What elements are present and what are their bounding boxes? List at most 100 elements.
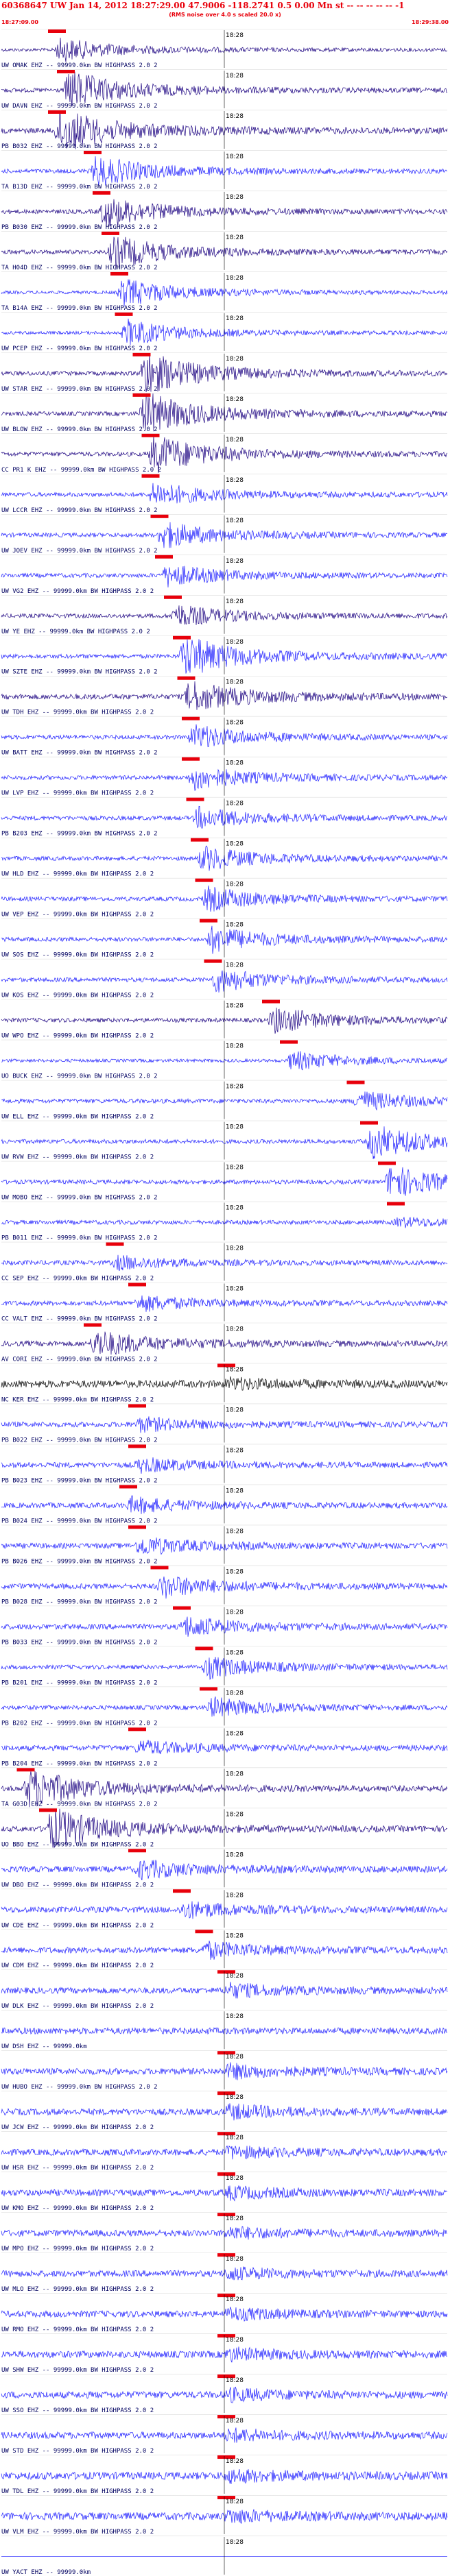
trace-label: UW VG2 EHZ -- 99999.0km BW HIGHPASS 2.0 … — [1, 588, 154, 595]
time-tick-label: 18:28 — [226, 2175, 244, 2182]
time-tick-label: 18:28 — [226, 2054, 244, 2061]
trace-row: 18:28 UW CDE EHZ -- 99999.0km BW HIGHPASS… — [1, 1888, 448, 1929]
trace-label: UW SZTE EHZ -- 99999.0km BW HIGHPASS 2.0… — [1, 669, 158, 676]
trace-row: 18:28 UW KOS EHZ -- 99999.0km BW HIGHPASS… — [1, 958, 448, 999]
trace-label: UW YE EHZ -- 99999.0km BW HIGHPASS 2.0 2 — [1, 629, 150, 635]
p-pick-marker — [195, 1647, 213, 1651]
p-pick-marker — [141, 474, 160, 478]
trace-row: 18:28 TA B14A EHZ -- 99999.0km BW HIGHPAS… — [1, 271, 448, 312]
trace-label: UW DBO EHZ -- 99999.0km BW HIGHPASS 2.0 … — [1, 1882, 154, 1888]
time-tick-label: 18:28 — [226, 234, 244, 241]
event-title: 60368647 UW Jan 14, 2012 18:27:29.00 47.… — [1, 1, 405, 10]
trace-label: TA G03D EHZ -- 99999.0km BW HIGHPASS 2.0… — [1, 1801, 158, 1808]
time-tick-label: 18:28 — [226, 1003, 244, 1010]
trace-row: 18:28 PB B011 EHZ -- 99999.0km BW HIGHPAS… — [1, 1201, 448, 1242]
trace-row: 18:28 UW DBO EHZ -- 99999.0km BW HIGHPASS… — [1, 1848, 448, 1888]
trace-row: 18:28 UW MLO EHZ -- 99999.0km BW HIGHPASS… — [1, 2252, 448, 2293]
p-pick-marker — [102, 231, 119, 235]
time-tick-label: 18:28 — [226, 1528, 244, 1535]
trace-label: UW CDE EHZ -- 99999.0km BW HIGHPASS 2.0 … — [1, 1922, 154, 1929]
trace-row: 18:28 PB B201 EHZ -- 99999.0km BW HIGHPAS… — [1, 1646, 448, 1686]
trace-label: TA B13D EHZ -- 99999.0km BW HIGHPASS 2.0… — [1, 184, 158, 191]
trace-row: 18:28 PB B204 EHZ -- 99999.0km BW HIGHPAS… — [1, 1727, 448, 1767]
time-tick-label: 18:28 — [226, 1447, 244, 1454]
time-tick-label: 18:28 — [226, 2499, 244, 2505]
p-pick-marker — [84, 1323, 102, 1327]
trace-label: UW HUBO EHZ -- 99999.0km BW HIGHPASS 2.0… — [1, 2084, 158, 2091]
trace-row: 18:28 UW STD EHZ -- 99999.0km BW HIGHPASS… — [1, 2414, 448, 2455]
trace-row: 18:28 PB B033 EHZ -- 99999.0km BW HIGHPAS… — [1, 1605, 448, 1646]
time-tick-label: 18:28 — [226, 1811, 244, 1818]
trace-label: CC SEP EHZ -- 99999.0km BW HIGHPASS 2.0 … — [1, 1276, 154, 1283]
trace-label: PB B011 EHZ -- 99999.0km BW HIGHPASS 2.0… — [1, 1235, 158, 1242]
time-tick-label: 18:28 — [226, 1043, 244, 1050]
p-pick-marker — [128, 1444, 146, 1448]
time-tick-label: 18:28 — [226, 32, 244, 39]
trace-row: 18:28 CC PR1 K EHZ -- 99999.0km BW HIGHPA… — [1, 433, 448, 474]
trace-label: PB B032 EHZ -- 99999.0km BW HIGHPASS 2.0… — [1, 143, 158, 150]
time-tick-label: 18:28 — [226, 1286, 244, 1293]
trace-label: UW RMO EHZ -- 99999.0km BW HIGHPASS 2.0 … — [1, 2326, 154, 2333]
time-tick-label: 18:28 — [226, 2256, 244, 2263]
trace-row: 18:28 UW MPO EHZ -- 99999.0km BW HIGHPASS… — [1, 2212, 448, 2252]
p-pick-marker — [387, 1202, 405, 1206]
trace-label: UW JOEV EHZ -- 99999.0km BW HIGHPASS 2.0… — [1, 548, 158, 555]
p-pick-marker — [195, 1930, 213, 1934]
trace-label: UW VLM EHZ -- 99999.0km BW HIGHPASS 2.0 … — [1, 2529, 154, 2536]
trace-label: PB B024 EHZ -- 99999.0km BW HIGHPASS 2.0… — [1, 1518, 158, 1524]
trace-row: 18:28 UW VG2 EHZ -- 99999.0km BW HIGHPASS… — [1, 554, 448, 595]
time-tick-label: 18:28 — [226, 356, 244, 363]
trace-label: UW ELL EHZ -- 99999.0km BW HIGHPASS 2.0 … — [1, 1114, 154, 1121]
trace-label: UW CDM EHZ -- 99999.0km BW HIGHPASS 2.0 … — [1, 1963, 154, 1969]
trace-row: 18:28 UW VLM EHZ -- 99999.0km BW HIGHPASS… — [1, 2495, 448, 2536]
seismogram-plot: 18:28 UW OMAK EHZ -- 99999.0km BW HIGHPAS… — [1, 29, 448, 2576]
trace-label: UW RVW EHZ -- 99999.0km BW HIGHPASS 2.0 … — [1, 1154, 154, 1161]
trace-row: 18:28 PB B024 EHZ -- 99999.0km BW HIGHPAS… — [1, 1484, 448, 1524]
p-pick-marker — [128, 1849, 146, 1853]
time-tick-label: 18:28 — [226, 1730, 244, 1737]
trace-row: 18:28 PB B026 EHZ -- 99999.0km BW HIGHPAS… — [1, 1524, 448, 1565]
trace-label: PB B023 EHZ -- 99999.0km BW HIGHPASS 2.0… — [1, 1477, 158, 1484]
time-tick-label: 18:28 — [226, 2539, 244, 2546]
trace-label: UW LCCR EHZ -- 99999.0km BW HIGHPASS 2.0… — [1, 507, 158, 514]
time-tick-label: 18:28 — [226, 194, 244, 201]
p-pick-marker — [128, 1283, 146, 1287]
p-pick-marker — [155, 555, 173, 559]
p-pick-marker — [182, 757, 200, 761]
trace-row: 18:28 AV CORI EHZ -- 99999.0km BW HIGHPAS… — [1, 1322, 448, 1363]
time-tick-label: 18:28 — [226, 275, 244, 282]
p-pick-marker — [141, 433, 160, 437]
time-tick-label: 18:28 — [226, 2135, 244, 2141]
p-pick-marker — [164, 595, 182, 599]
trace-row: 18:28 UW CDM EHZ -- 99999.0km BW HIGHPASS… — [1, 1929, 448, 1969]
trace-label: UW SOS EHZ -- 99999.0km BW HIGHPASS 2.0 … — [1, 952, 154, 959]
p-pick-marker — [378, 1161, 396, 1165]
trace-row: 18:28 UW TDL EHZ -- 99999.0km BW HIGHPASS… — [1, 2455, 448, 2495]
trace-label: UW LVP EHZ -- 99999.0km BW HIGHPASS 2.0 … — [1, 790, 154, 797]
time-tick-label: 18:28 — [226, 396, 244, 403]
time-tick-label: 18:28 — [226, 518, 244, 524]
rms-noise-note: (RMS noise over 4.0 s scaled 20.0 x) — [169, 12, 281, 18]
trace-row: 18:28 UW SZTE EHZ -- 99999.0km BW HIGHPAS… — [1, 635, 448, 676]
time-tick-label: 18:28 — [226, 1366, 244, 1373]
start-time: 18:27:09.00 — [1, 19, 38, 25]
trace-row: 18:28 UW STAR EHZ -- 99999.0km BW HIGHPAS… — [1, 352, 448, 393]
trace-row: 18:28 UW KMO EHZ -- 99999.0km BW HIGHPASS… — [1, 2172, 448, 2212]
trace-row: 18:28 PB B022 EHZ -- 99999.0km BW HIGHPAS… — [1, 1403, 448, 1444]
trace-row: 18:28 UW JCW EHZ -- 99999.0km BW HIGHPASS… — [1, 2091, 448, 2131]
time-tick-label: 18:28 — [226, 1568, 244, 1575]
trace-label: UW WPO EHZ -- 99999.0km BW HIGHPASS 2.0 … — [1, 1033, 154, 1040]
time-tick-label: 18:28 — [226, 2296, 244, 2303]
plot-header: 60368647 UW Jan 14, 2012 18:27:29.00 47.… — [0, 0, 450, 29]
trace-label: UW SSO EHZ -- 99999.0km BW HIGHPASS 2.0 … — [1, 2407, 154, 2414]
trace-label: PB B030 EHZ -- 99999.0km BW HIGHPASS 2.0… — [1, 224, 158, 231]
trace-row: 18:28 TA G03D EHZ -- 99999.0km BW HIGHPAS… — [1, 1767, 448, 1808]
time-tick-label: 18:28 — [226, 801, 244, 807]
p-pick-marker — [186, 797, 204, 801]
p-pick-marker — [110, 271, 128, 276]
trace-label: NC KER EHZ -- 99999.0km BW HIGHPASS 2.0 … — [1, 1396, 154, 1403]
trace-row: 18:28 PB B032 EHZ -- 99999.0km BW HIGHPAS… — [1, 110, 448, 150]
trace-row: 18:28 CC VALT EHZ -- 99999.0km BW HIGHPAS… — [1, 1282, 448, 1322]
p-pick-marker — [93, 191, 110, 195]
p-pick-marker — [57, 69, 75, 73]
